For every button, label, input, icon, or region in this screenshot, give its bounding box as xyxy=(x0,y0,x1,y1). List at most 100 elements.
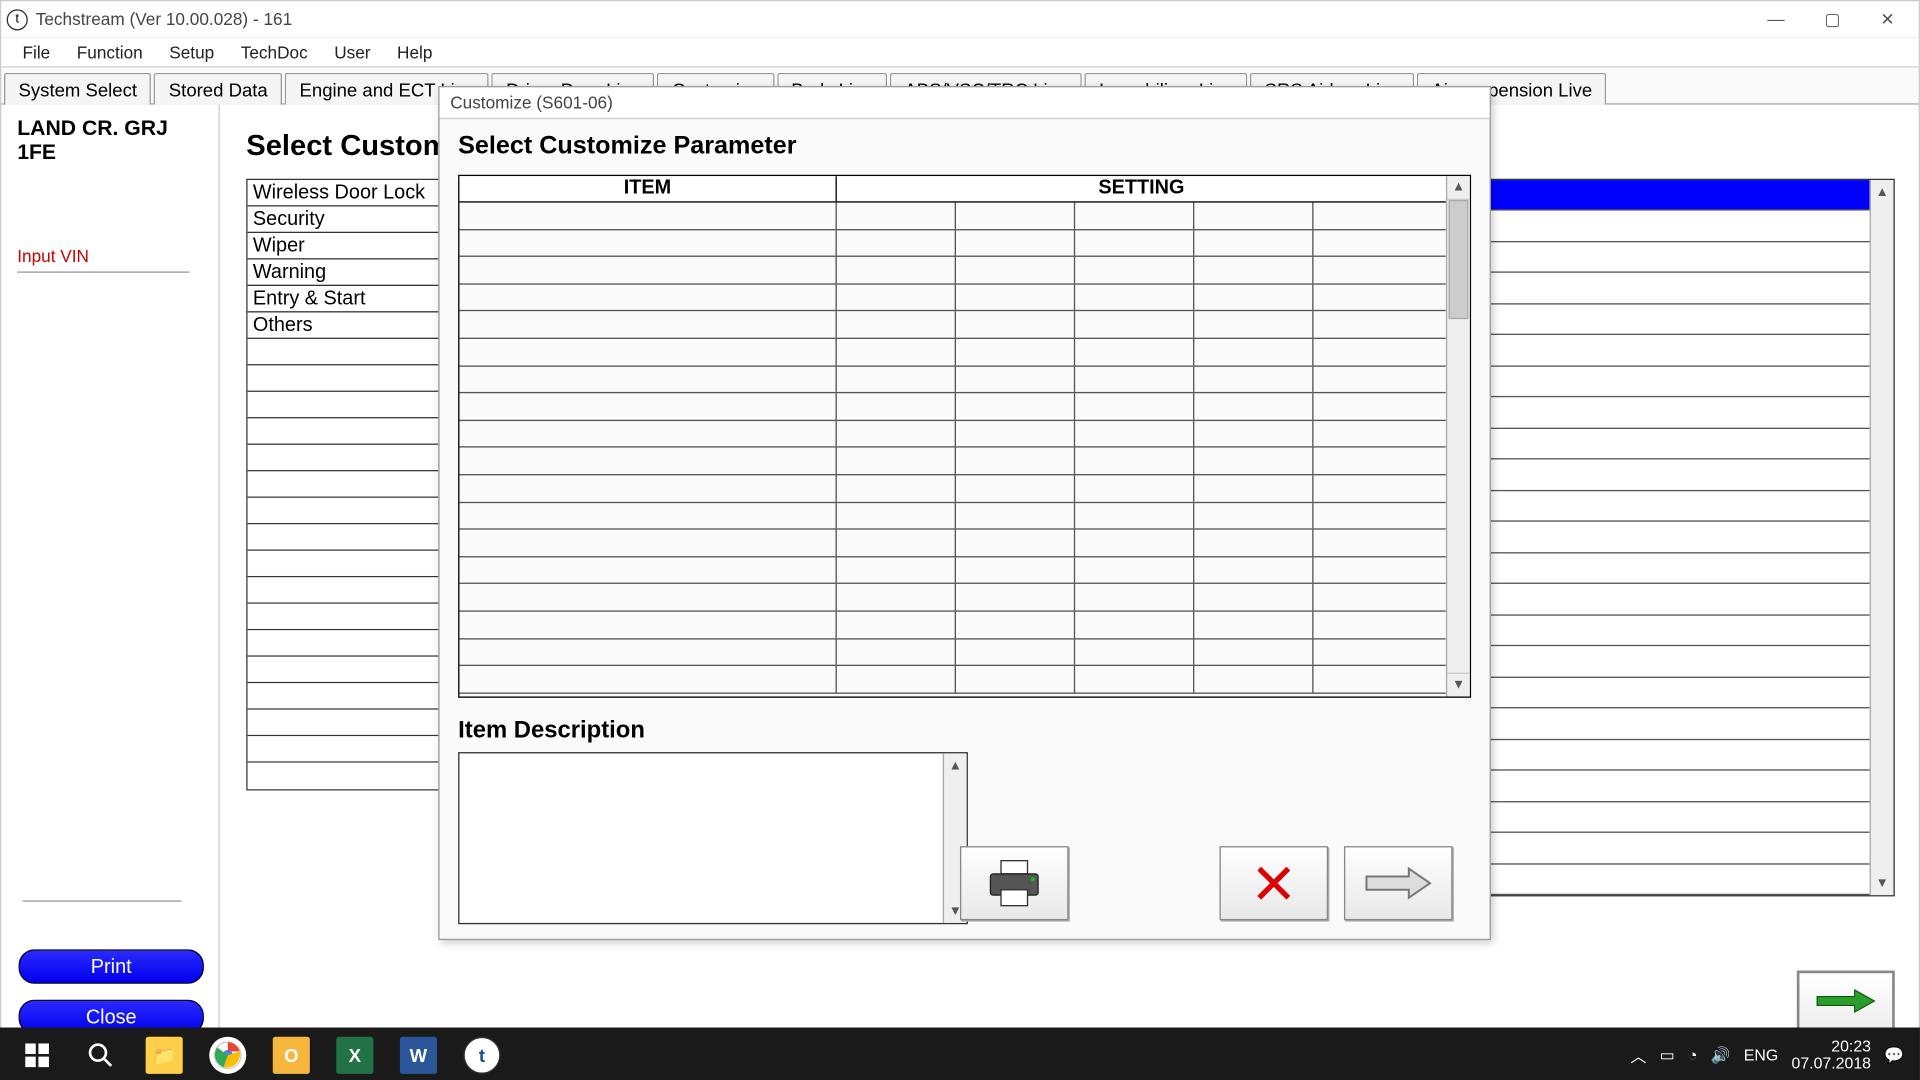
titlebar: t Techstream (Ver 10.00.028) - 161 — ▢ ✕ xyxy=(1,1,1918,38)
grid-row[interactable] xyxy=(459,257,1445,284)
parameter-grid: ITEM SETTING ▲ ▼ xyxy=(458,175,1471,698)
grid-row[interactable] xyxy=(459,584,1445,611)
category-list: Wireless Door Lock Security Wiper Warnin… xyxy=(246,179,445,791)
category-entry-start[interactable]: Entry & Start xyxy=(248,286,444,312)
sidebar: LAND CR. GRJ 1FE Input VIN Print Close xyxy=(1,105,219,1056)
tray-chevron-icon[interactable]: ︿ xyxy=(1631,1044,1647,1067)
grid-row[interactable] xyxy=(1486,740,1870,771)
scroll-down-icon[interactable]: ▼ xyxy=(1871,871,1894,895)
grid-row[interactable] xyxy=(459,203,1445,230)
grid-row[interactable] xyxy=(459,557,1445,584)
grid-row[interactable] xyxy=(459,448,1445,475)
grid-row[interactable] xyxy=(459,475,1445,502)
print-button[interactable]: Print xyxy=(19,949,204,983)
grid-scrollbar[interactable]: ▲ ▼ xyxy=(1446,176,1470,696)
grid-row[interactable] xyxy=(459,230,1445,257)
scroll-up-icon[interactable]: ▲ xyxy=(1447,176,1470,200)
grid-row[interactable] xyxy=(1486,771,1870,802)
grid-row[interactable] xyxy=(1486,615,1870,646)
grid-row[interactable] xyxy=(1486,833,1870,864)
app-window: t Techstream (Ver 10.00.028) - 161 — ▢ ✕… xyxy=(0,0,1920,1080)
menu-setup[interactable]: Setup xyxy=(156,40,227,65)
grid-row[interactable] xyxy=(1486,864,1870,895)
grid-row[interactable] xyxy=(1486,522,1870,553)
menu-user[interactable]: User xyxy=(321,40,384,65)
category-wiper[interactable]: Wiper xyxy=(248,233,444,259)
window-maximize-button[interactable]: ▢ xyxy=(1816,6,1848,32)
volume-icon[interactable]: 🔊 xyxy=(1711,1046,1731,1065)
grid-row[interactable] xyxy=(1486,211,1870,242)
grid-row[interactable] xyxy=(459,393,1445,420)
techstream-task-button[interactable]: t xyxy=(450,1028,514,1080)
category-empty xyxy=(248,710,444,736)
grid-row[interactable] xyxy=(459,366,1445,393)
next-main-button[interactable] xyxy=(1797,971,1895,1032)
battery-icon[interactable]: ▭ xyxy=(1660,1046,1675,1065)
grid-row[interactable] xyxy=(459,666,1445,693)
grid-row[interactable] xyxy=(459,339,1445,366)
clock[interactable]: 20:23 07.07.2018 xyxy=(1791,1038,1871,1073)
tab-system-select[interactable]: System Select xyxy=(4,73,152,105)
notifications-icon[interactable]: 💬 xyxy=(1884,1046,1904,1065)
grid-row[interactable] xyxy=(1486,709,1870,740)
menu-techdoc[interactable]: TechDoc xyxy=(227,40,320,65)
menu-file[interactable]: File xyxy=(9,40,63,65)
excel-button[interactable]: X xyxy=(323,1028,387,1080)
grid-row[interactable] xyxy=(1486,584,1870,615)
language-indicator[interactable]: ENG xyxy=(1744,1046,1778,1065)
window-minimize-button[interactable]: — xyxy=(1759,6,1792,32)
menu-help[interactable]: Help xyxy=(384,40,446,65)
chrome-icon xyxy=(213,1041,242,1070)
window-title: Techstream (Ver 10.00.028) - 161 xyxy=(36,9,292,29)
grid-row[interactable] xyxy=(1486,304,1870,335)
wifi-icon[interactable]: ◔ xyxy=(1688,1046,1698,1065)
start-button[interactable] xyxy=(5,1028,69,1080)
grid-row[interactable] xyxy=(459,312,1445,339)
app-icon: t xyxy=(7,9,28,30)
scrollbar-vertical[interactable]: ▲ ▼ xyxy=(1870,180,1894,895)
grid-row[interactable] xyxy=(1486,678,1870,709)
grid-row[interactable] xyxy=(1486,367,1870,398)
dialog-print-button[interactable] xyxy=(960,846,1069,920)
category-empty xyxy=(248,604,444,630)
grid-row[interactable] xyxy=(1486,398,1870,429)
explorer-button[interactable]: 📁 xyxy=(132,1028,196,1080)
menu-function[interactable]: Function xyxy=(63,40,156,65)
dialog-next-button[interactable] xyxy=(1344,846,1453,920)
word-button[interactable]: W xyxy=(387,1028,451,1080)
scroll-down-icon[interactable]: ▼ xyxy=(1447,673,1470,697)
grid-row[interactable] xyxy=(1486,802,1870,833)
grid-row-selected[interactable] xyxy=(1486,180,1870,211)
grid-row[interactable] xyxy=(1486,491,1870,522)
window-close-button[interactable]: ✕ xyxy=(1872,6,1902,32)
grid-row[interactable] xyxy=(459,612,1445,639)
grid-row[interactable] xyxy=(459,530,1445,557)
chrome-button[interactable] xyxy=(196,1028,260,1080)
category-wireless-door-lock[interactable]: Wireless Door Lock xyxy=(248,180,444,206)
search-button[interactable] xyxy=(69,1028,133,1080)
category-security[interactable]: Security xyxy=(248,207,444,233)
grid-row[interactable] xyxy=(1486,460,1870,491)
outlook-button[interactable]: O xyxy=(260,1028,324,1080)
grid-row[interactable] xyxy=(1486,336,1870,367)
column-header-item[interactable]: ITEM xyxy=(459,176,836,201)
dialog-cancel-button[interactable] xyxy=(1219,846,1328,920)
category-others[interactable]: Others xyxy=(248,312,444,338)
scroll-thumb[interactable] xyxy=(1449,200,1469,319)
grid-row[interactable] xyxy=(459,639,1445,666)
grid-row[interactable] xyxy=(1486,647,1870,678)
grid-row[interactable] xyxy=(1486,553,1870,584)
category-warning[interactable]: Warning xyxy=(248,260,444,286)
grid-row[interactable] xyxy=(459,421,1445,448)
vin-input-line[interactable] xyxy=(17,271,189,272)
grid-row[interactable] xyxy=(1486,242,1870,273)
grid-row[interactable] xyxy=(1486,429,1870,460)
scroll-up-icon[interactable]: ▲ xyxy=(944,753,967,777)
grid-row[interactable] xyxy=(459,503,1445,530)
input-vin-link[interactable]: Input VIN xyxy=(17,246,205,266)
scroll-up-icon[interactable]: ▲ xyxy=(1871,180,1894,204)
grid-row[interactable] xyxy=(1486,273,1870,304)
grid-row[interactable] xyxy=(459,284,1445,311)
tab-stored-data[interactable]: Stored Data xyxy=(154,73,282,105)
column-header-setting[interactable]: SETTING xyxy=(837,176,1446,201)
